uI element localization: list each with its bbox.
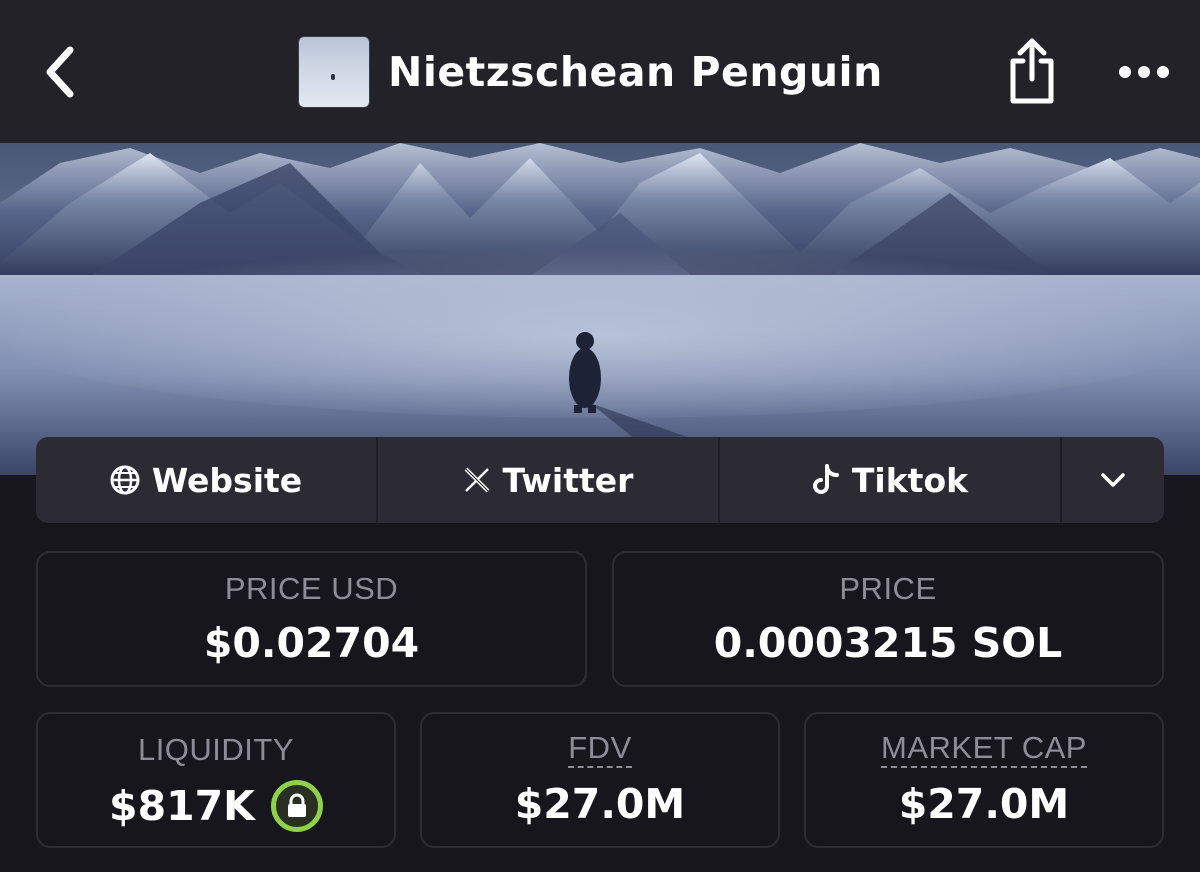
token-name: Nietzschean Penguin	[388, 48, 883, 96]
more-options-button[interactable]	[1112, 44, 1176, 100]
top-bar: Nietzschean Penguin	[0, 0, 1200, 143]
twitter-link-button[interactable]: Twitter	[378, 437, 720, 523]
liquidity-value-row: $817K	[109, 780, 323, 832]
price-sol-value: 0.0003215 SOL	[713, 619, 1063, 667]
share-icon	[1010, 38, 1054, 104]
token-header: Nietzschean Penguin	[298, 36, 883, 108]
website-link-label: Website	[151, 460, 303, 500]
liquidity-value: $817K	[109, 782, 255, 830]
token-banner-image	[0, 143, 1200, 475]
price-usd-label: PRICE USD	[224, 571, 399, 606]
market-cap-label[interactable]: MARKET CAP	[881, 731, 1087, 768]
tiktok-icon	[812, 464, 839, 494]
chevron-left-icon	[46, 46, 74, 98]
liquidity-label: LIQUIDITY	[137, 732, 295, 767]
more-links-dropdown[interactable]	[1062, 437, 1164, 523]
price-sol-card: PRICE 0.0003215 SOL	[612, 551, 1164, 687]
fdv-card: FDV $27.0M	[420, 712, 780, 848]
twitter-link-label: Twitter	[502, 460, 634, 500]
price-usd-card: PRICE USD $0.02704	[36, 551, 587, 687]
chevron-down-icon	[1101, 473, 1125, 487]
globe-icon	[110, 465, 140, 495]
token-avatar	[298, 36, 370, 108]
tiktok-link-label: Tiktok	[851, 460, 969, 500]
back-button[interactable]	[28, 36, 92, 108]
market-cap-value: $27.0M	[898, 779, 1070, 828]
website-link-button[interactable]: Website	[36, 437, 378, 523]
liquidity-card: LIQUIDITY $817K	[36, 712, 396, 848]
fdv-label[interactable]: FDV	[568, 731, 632, 768]
price-usd-value: $0.02704	[203, 619, 420, 667]
price-label: PRICE	[839, 571, 937, 606]
lock-icon	[287, 793, 306, 817]
market-cap-card: MARKET CAP $27.0M	[804, 712, 1164, 848]
x-logo-icon	[464, 467, 489, 493]
tiktok-link-button[interactable]: Tiktok	[720, 437, 1062, 523]
liquidity-lock-icon[interactable]	[270, 780, 323, 832]
social-links-bar: Website Twitter Tiktok	[36, 437, 1164, 523]
share-button[interactable]	[1002, 36, 1062, 108]
fdv-value: $27.0M	[514, 779, 686, 828]
ellipsis-icon	[1119, 66, 1169, 78]
